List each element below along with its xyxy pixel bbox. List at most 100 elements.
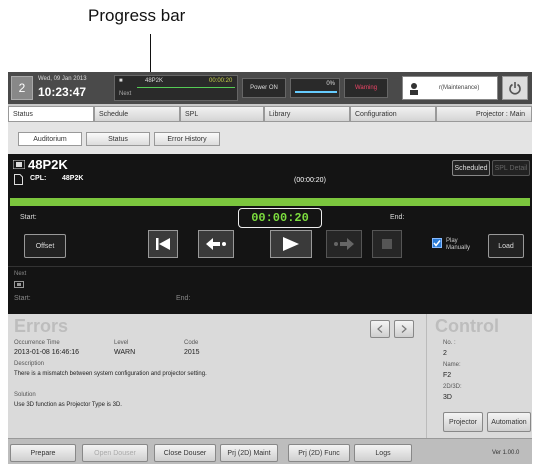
playback-title: 48P2K: [28, 157, 68, 172]
cpl-value: 48P2K: [62, 175, 84, 182]
rewind-icon: [206, 238, 226, 250]
subtab-status[interactable]: Status: [86, 132, 150, 146]
warning-indicator[interactable]: Warning: [344, 78, 388, 98]
spl-detail-button[interactable]: SPL Detail: [492, 160, 530, 176]
film-icon: [13, 160, 25, 169]
power-status: Power ON: [242, 78, 286, 98]
stop-icon: [382, 239, 392, 249]
forward-icon: [334, 238, 354, 250]
screen-number: 2: [18, 81, 26, 95]
percent-line: [295, 91, 337, 93]
control-name-value: F2: [443, 372, 452, 379]
percent-label: 0%: [326, 81, 335, 87]
timecode-box: 00:00:20: [238, 208, 322, 228]
load-button[interactable]: Load: [488, 234, 524, 258]
now-playing-time: 00:00:20: [209, 78, 233, 84]
chevron-left-icon: [377, 325, 383, 333]
stop-button[interactable]: [372, 230, 402, 258]
errors-next-button[interactable]: [394, 320, 414, 338]
next-end-label: End:: [176, 295, 191, 302]
forward-button[interactable]: [326, 230, 362, 258]
errors-prev-button[interactable]: [370, 320, 390, 338]
error-time: 2013-01-08 16:46:16: [14, 349, 79, 356]
skip-back-icon: [156, 238, 170, 250]
now-playing-title: 48P2K: [145, 78, 164, 84]
tab-configuration[interactable]: Configuration: [350, 106, 436, 122]
top-status-bar: 2 Wed, 09 Jan 2013 10:23:47 ■ 48P2K 00:0…: [8, 72, 532, 104]
now-playing-box: ■ 48P2K 00:00:20 Next: [114, 75, 238, 101]
play-manually-checkbox[interactable]: [432, 238, 442, 248]
power-button[interactable]: [502, 76, 528, 100]
cpl-label: CPL:: [30, 175, 47, 182]
control-mode-value: 3D: [443, 394, 452, 401]
description-label: Description: [14, 361, 45, 367]
timecode: 00:00:20: [251, 211, 309, 225]
control-name-label: Name:: [443, 362, 461, 368]
offset-button[interactable]: Offset: [24, 234, 66, 258]
control-mode-label: 2D/3D:: [443, 384, 462, 390]
play-manually-label: Play Manually: [446, 238, 471, 251]
tab-status[interactable]: Status: [8, 106, 94, 122]
projector-tab-label: Projector : Main: [475, 110, 525, 118]
subtab-auditorium[interactable]: Auditorium: [18, 132, 82, 146]
next-label: Next: [14, 271, 27, 277]
col-code: Code: [184, 340, 199, 346]
col-level: Level: [114, 340, 129, 346]
chevron-right-icon: [401, 325, 407, 333]
user-icon: [410, 83, 418, 95]
solution-text: Use 3D function as Projector Type is 3D.: [14, 402, 122, 408]
error-level: WARN: [114, 349, 136, 356]
warning-label: Warning: [354, 85, 378, 91]
user-label: r(Maintenance): [439, 85, 480, 91]
now-progress-line: [137, 87, 235, 88]
previous-button[interactable]: [148, 230, 178, 258]
power-icon: [509, 82, 521, 95]
solution-label: Solution: [14, 392, 36, 398]
version-text: Ver 1.00.0: [492, 450, 520, 456]
tab-spl[interactable]: SPL: [180, 106, 264, 122]
next-start-label: Start:: [14, 295, 31, 302]
control-heading: Control: [435, 316, 499, 336]
play-icon: [283, 237, 299, 251]
tab-schedule[interactable]: Schedule: [94, 106, 180, 122]
errors-panel: Errors Occurrence Time Level Code 2013-0…: [8, 314, 426, 438]
next-label-top: Next: [119, 91, 132, 97]
tab-projector-main[interactable]: Projector : Main: [436, 106, 532, 122]
scheduled-button[interactable]: Scheduled: [452, 160, 490, 176]
end-label: End:: [390, 214, 405, 221]
prj-maint-button[interactable]: Prj (2D) Maint: [220, 444, 278, 462]
document-icon: [14, 174, 23, 185]
errors-heading: Errors: [14, 316, 69, 336]
description-text: There is a mismatch between system confi…: [14, 371, 207, 377]
projector-button[interactable]: Projector: [443, 412, 483, 432]
user-box[interactable]: r(Maintenance): [402, 76, 498, 100]
prepare-button[interactable]: Prepare: [10, 444, 76, 462]
prj-func-button[interactable]: Prj (2D) Func: [288, 444, 350, 462]
screen-number-badge: 2: [11, 76, 33, 100]
logs-button[interactable]: Logs: [354, 444, 412, 462]
start-label: Start:: [20, 214, 37, 221]
play-button[interactable]: [270, 230, 312, 258]
device-screen: 2 Wed, 09 Jan 2013 10:23:47 ■ 48P2K 00:0…: [8, 72, 532, 464]
clock-text: 10:23:47: [38, 85, 87, 99]
checkmark-icon: [433, 240, 441, 247]
close-douser-button[interactable]: Close Douser: [154, 444, 216, 462]
error-code: 2015: [184, 349, 200, 356]
rewind-button[interactable]: [198, 230, 234, 258]
next-film-icon: [14, 281, 24, 288]
cpl-duration: (00:00:20): [294, 177, 326, 184]
control-no-label: No. :: [443, 340, 456, 346]
control-panel: Control No. : 2 Name: F2 2D/3D: 3D Proje…: [426, 314, 532, 438]
progress-bar-callout: Progress bar: [88, 6, 186, 25]
open-douser-button[interactable]: Open Douser: [82, 444, 148, 462]
lamp-percent-box: 0%: [290, 78, 340, 98]
subtab-error-history[interactable]: Error History: [154, 132, 220, 146]
next-divider: [8, 266, 532, 267]
progress-bar-track: [10, 198, 530, 206]
progress-bar-fill: [10, 198, 530, 206]
automation-button[interactable]: Automation: [487, 412, 531, 432]
tab-library[interactable]: Library: [264, 106, 350, 122]
now-playing-stop-icon: ■: [119, 78, 123, 84]
playback-panel: 48P2K CPL: 48P2K (00:00:20) Scheduled SP…: [8, 154, 532, 314]
col-occurrence-time: Occurrence Time: [14, 340, 60, 346]
